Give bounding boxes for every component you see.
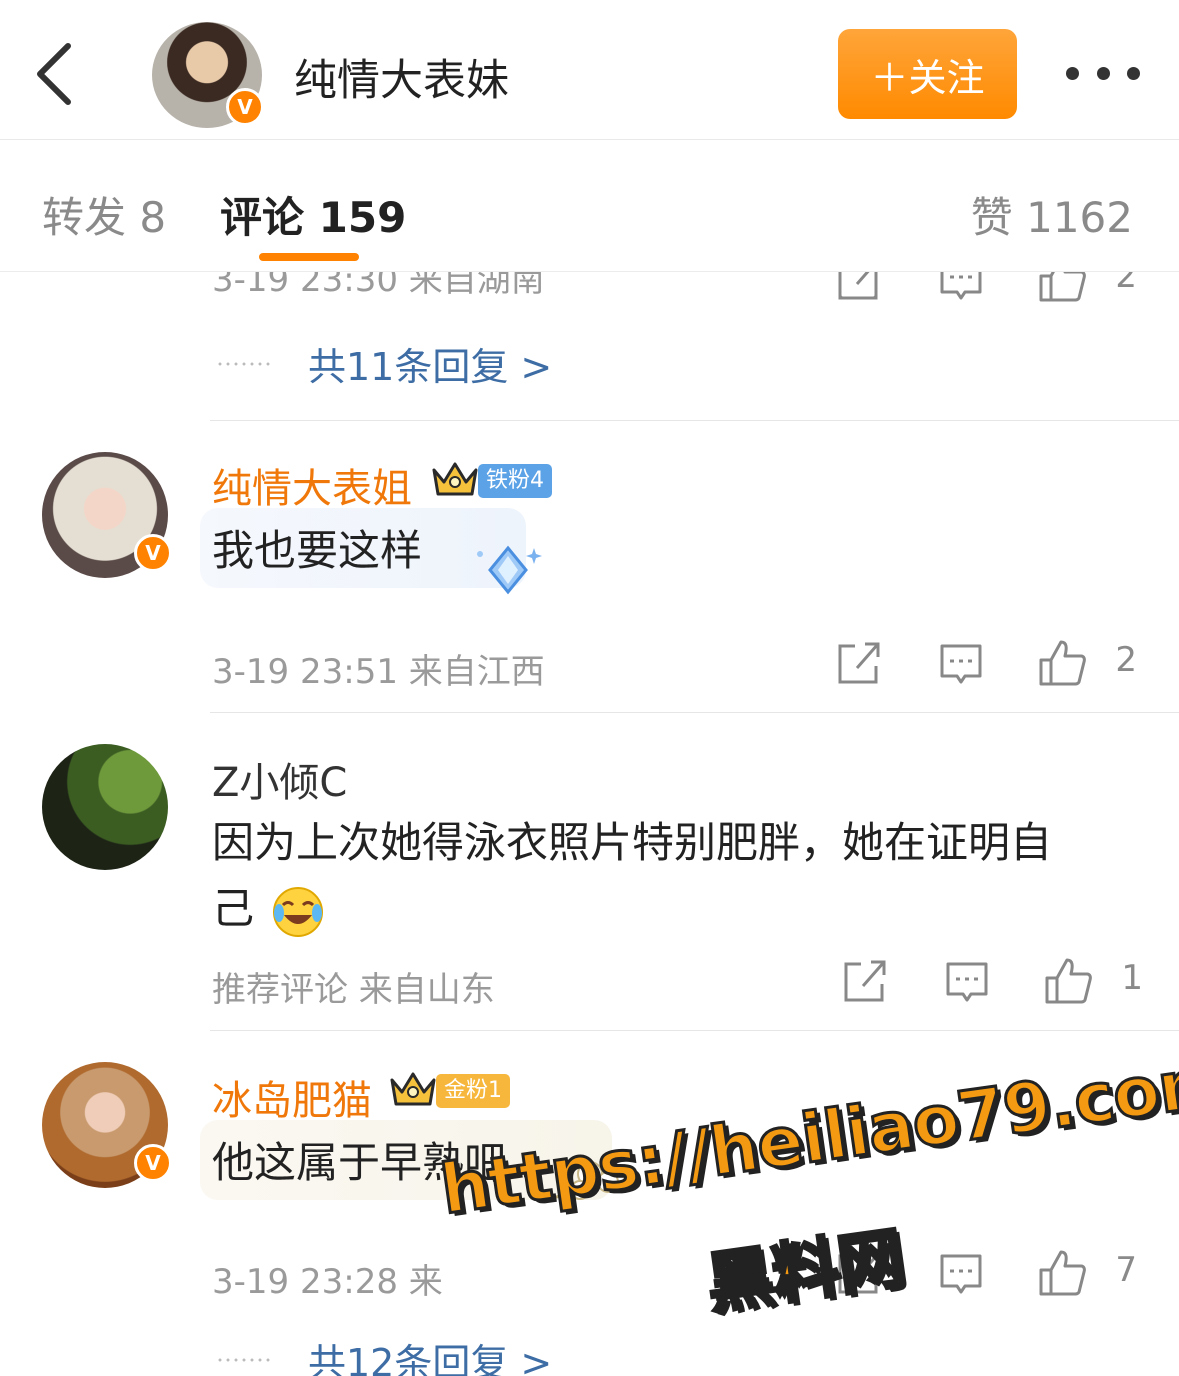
more-dots-icon[interactable] <box>1066 55 1140 91</box>
verified-badge: V <box>134 534 172 572</box>
diamond-icon <box>477 545 542 595</box>
laugh-cry-emoji-icon <box>273 886 324 937</box>
commenter-name[interactable]: Z小倾C <box>212 750 347 808</box>
like-icon[interactable] <box>1043 956 1093 1006</box>
comment-actions: 2 <box>837 272 1137 304</box>
verified-badge: V <box>226 88 264 126</box>
tab-repost[interactable]: 转发 8 <box>42 184 166 245</box>
comment-actions: 1 <box>843 956 1143 1006</box>
crown-icon <box>390 1072 436 1106</box>
commenter-name[interactable]: 冰岛肥猫 <box>212 1068 372 1126</box>
crown-icon <box>432 462 478 496</box>
comment-icon[interactable] <box>939 638 983 688</box>
comment-icon[interactable] <box>939 1248 983 1298</box>
view-replies-link[interactable]: 共11条回复 > <box>216 336 552 391</box>
avatar[interactable]: V <box>42 452 172 578</box>
avatar[interactable]: V <box>152 22 264 128</box>
chevron-left-icon[interactable] <box>28 40 80 108</box>
comment-meta: 3-19 23:30 来自湖南 <box>212 272 545 300</box>
verified-badge: V <box>134 1144 172 1182</box>
divider <box>210 420 1179 421</box>
repost-icon[interactable] <box>837 638 881 688</box>
dotted-line <box>216 361 274 366</box>
tab-bar: 转发 8 评论 159 赞 1162 <box>0 140 1179 272</box>
comment-text: 我也要这样 <box>212 526 423 575</box>
like-icon[interactable] <box>1037 1248 1087 1298</box>
comment-icon[interactable] <box>939 272 983 304</box>
like-count: 2 <box>1115 640 1137 680</box>
top-bar: V 纯情大表妹 ＋关注 <box>0 0 1179 140</box>
divider <box>210 712 1179 713</box>
like-count: 2 <box>1115 272 1137 296</box>
comment-meta: 3-19 23:28 来 <box>212 1262 443 1302</box>
like-icon[interactable] <box>1037 638 1087 688</box>
tab-like[interactable]: 赞 1162 <box>971 184 1133 245</box>
like-count: 7 <box>1115 1250 1137 1290</box>
fan-badge: 铁粉4 <box>478 464 552 498</box>
comment-icon[interactable] <box>945 956 989 1006</box>
replies-label[interactable]: 共12条回复 > <box>308 1332 552 1376</box>
comment-meta: 3-19 23:51 来自江西 <box>212 652 545 692</box>
comment-list: 3-19 23:30 来自湖南 2 共11条回复 > V 纯情大表姐 铁粉4 我… <box>0 272 1179 1376</box>
comment-meta: 推荐评论 来自山东 <box>212 970 495 1010</box>
comment-text: 因为上次她得泳衣照片特别肥胖，她在证明自 <box>212 818 1053 867</box>
repost-icon[interactable] <box>843 956 887 1006</box>
follow-button[interactable]: ＋关注 <box>838 29 1017 119</box>
avatar[interactable] <box>42 744 168 870</box>
fan-badge: 金粉1 <box>436 1074 510 1108</box>
comment-actions: 2 <box>837 638 1137 688</box>
replies-label[interactable]: 共11条回复 > <box>308 336 552 391</box>
avatar[interactable]: V <box>42 1062 172 1188</box>
commenter-name[interactable]: 纯情大表姐 <box>212 456 412 514</box>
active-tab-indicator <box>259 253 359 261</box>
repost-icon[interactable] <box>837 272 881 304</box>
divider <box>210 1030 1179 1031</box>
comment-text-line-2: 己 <box>212 876 325 942</box>
tab-comment[interactable]: 评论 159 <box>220 184 406 245</box>
dotted-line <box>216 1357 274 1362</box>
like-icon[interactable] <box>1037 272 1087 304</box>
page-title[interactable]: 纯情大表妹 <box>294 46 509 108</box>
comment-text-continued: 己 <box>212 884 255 933</box>
like-count: 1 <box>1121 958 1143 998</box>
view-replies-link[interactable]: 共12条回复 > <box>216 1332 552 1376</box>
